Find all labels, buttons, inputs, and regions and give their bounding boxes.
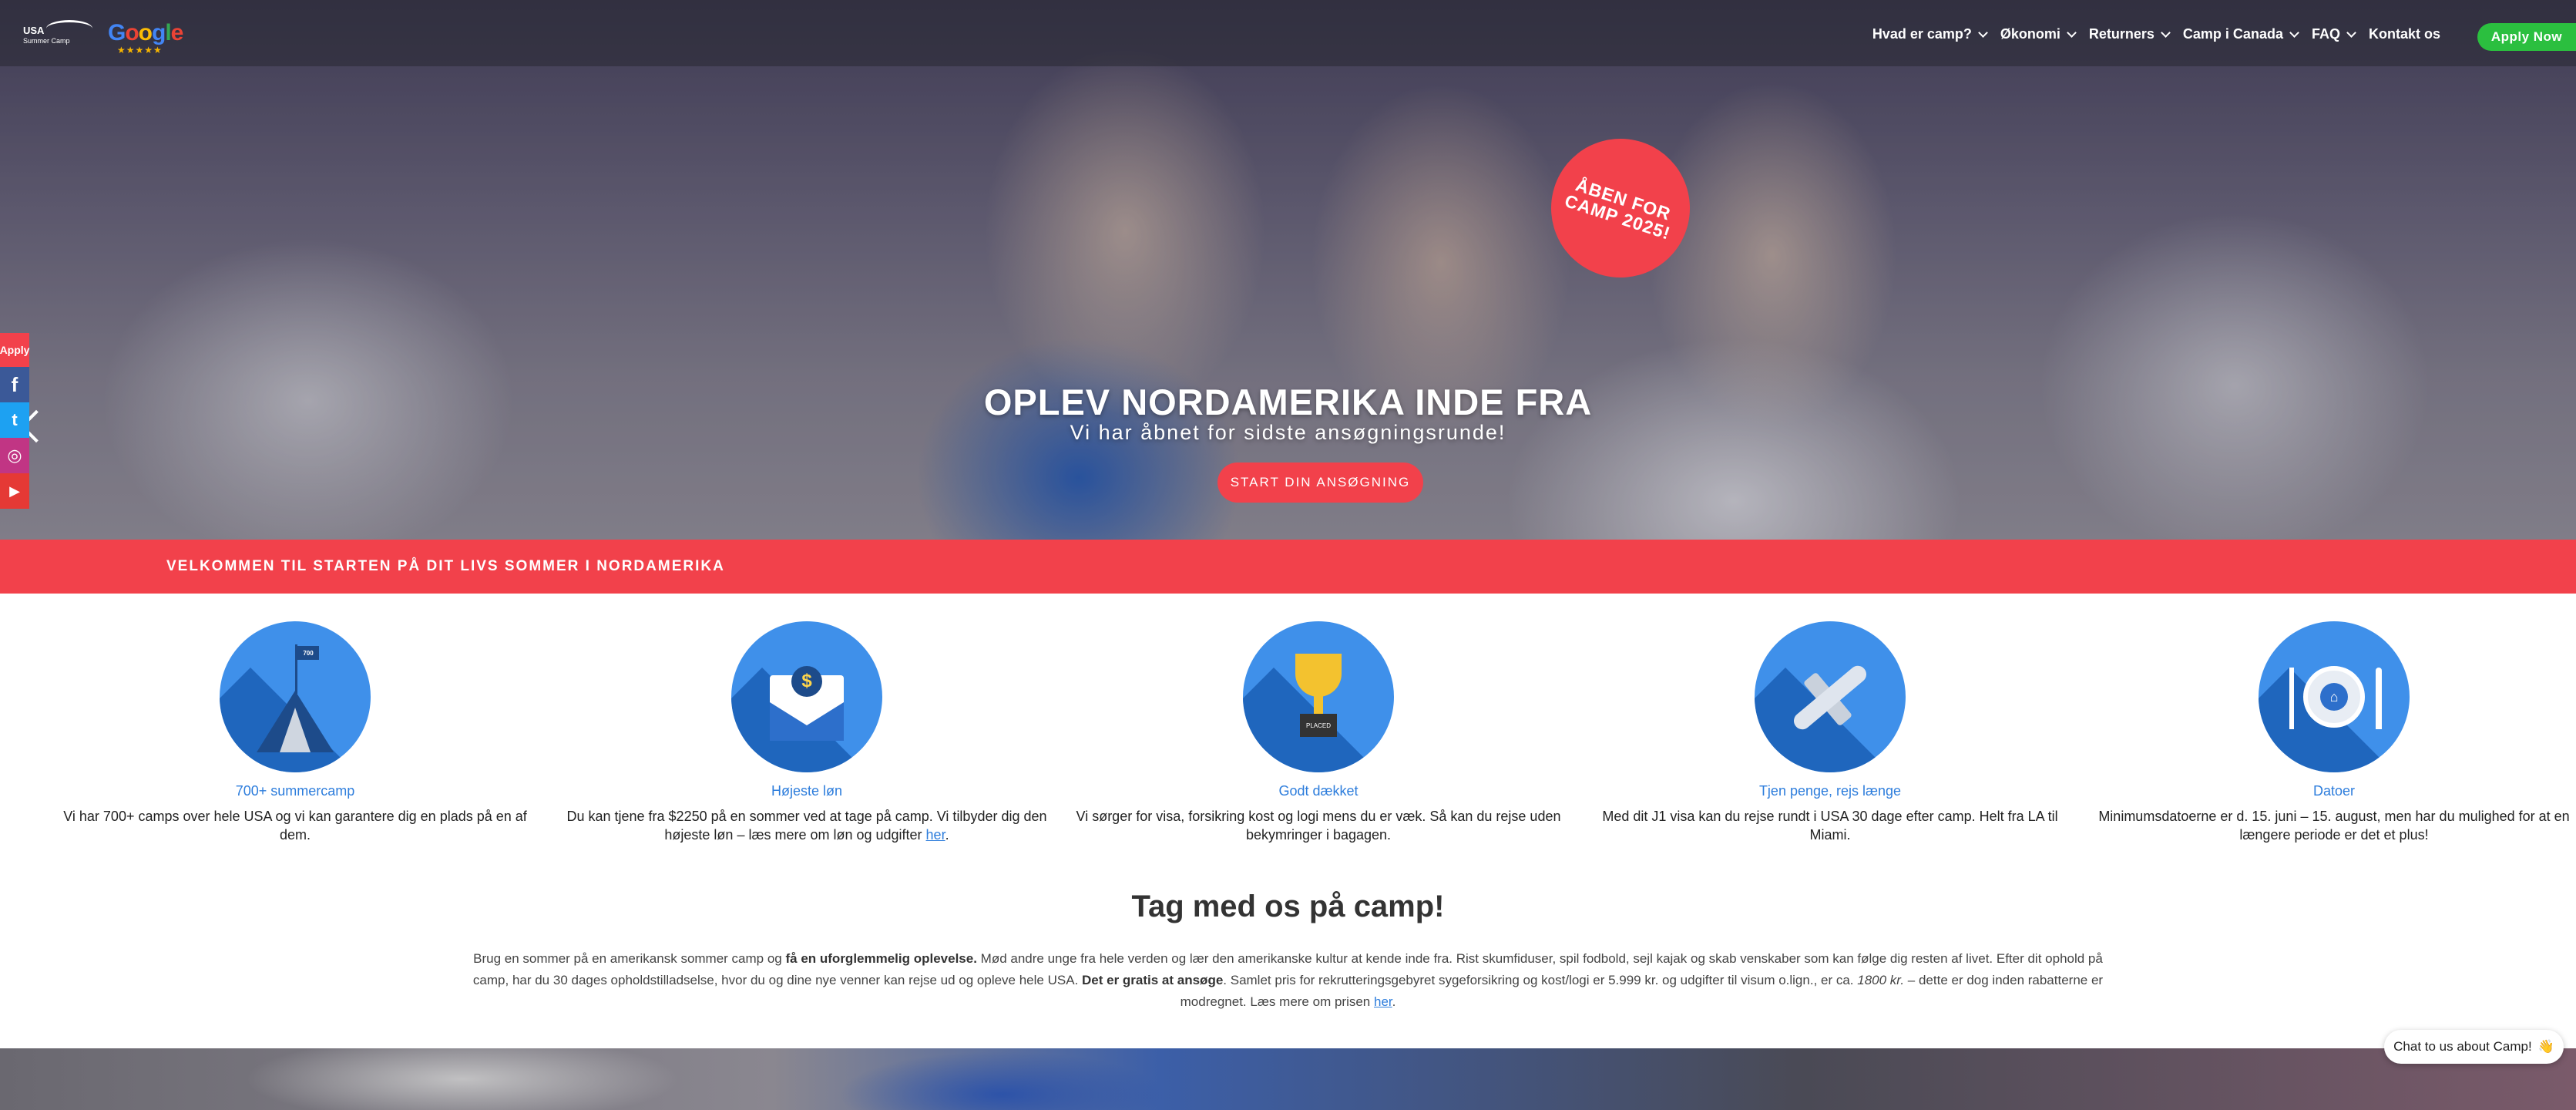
- welcome-banner: VELKOMMEN TIL STARTEN PÅ DIT LIVS SOMMER…: [0, 540, 2576, 594]
- feature-description: Vi har 700+ camps over hele USA og vi ka…: [63, 809, 527, 843]
- feature-covered: PLACED Godt dækket Vi sørger for visa, f…: [1072, 621, 1565, 844]
- usa-summer-camp-logo[interactable]: USA Summer Camp: [23, 17, 96, 52]
- social-sidebar: Apply f t ◎ ▶: [0, 333, 29, 509]
- chevron-down-icon: [2346, 27, 2356, 38]
- plate-icon: ⌂: [2259, 621, 2410, 772]
- chevron-down-icon: [2067, 27, 2077, 38]
- logo-title: USA: [23, 25, 45, 36]
- trophy-plaque: PLACED: [1300, 714, 1337, 737]
- section-paragraph: Brug en sommer på en amerikansk sommer c…: [472, 951, 2104, 1009]
- feature-title: 700+ summercamp: [235, 783, 355, 799]
- nav-item-kontakt-os[interactable]: Kontakt os: [2369, 26, 2440, 42]
- feature-travel: Tjen penge, rejs længe Med dit J1 visa k…: [1584, 621, 2077, 844]
- welcome-banner-text: VELKOMMEN TIL STARTEN PÅ DIT LIVS SOMMER…: [166, 558, 725, 574]
- feature-description: Du kan tjene fra $2250 på en sommer ved …: [566, 809, 1047, 843]
- nav-item-hvad-er-camp[interactable]: Hvad er camp?: [1872, 26, 1988, 42]
- feature-highest-pay: $ Højeste løn Du kan tjene fra $2250 på …: [560, 621, 1053, 844]
- bottom-photo-strip: [0, 1048, 2576, 1110]
- salary-info-link[interactable]: her: [926, 827, 945, 843]
- logo-subtitle: Summer Camp: [23, 37, 70, 45]
- trophy-icon: PLACED: [1243, 621, 1394, 772]
- instagram-icon[interactable]: ◎: [0, 438, 29, 473]
- facebook-icon[interactable]: f: [0, 367, 29, 402]
- hero-section: USA Summer Camp Google ★★★★★ Hvad er cam…: [0, 0, 2576, 540]
- flag-label: 700: [297, 646, 319, 660]
- chat-label: Chat to us about Camp!: [2393, 1039, 2532, 1054]
- price-info-link[interactable]: her: [1374, 994, 1392, 1009]
- wave-hand-icon: 👋: [2537, 1039, 2554, 1054]
- nav-item-camp-i-canada[interactable]: Camp i Canada: [2182, 26, 2299, 42]
- rating-stars-icon: ★★★★★: [117, 45, 163, 56]
- start-application-button[interactable]: START DIN ANSØGNING: [1217, 462, 1423, 503]
- feature-description: Minimumsdatoerne er d. 15. juni – 15. au…: [2098, 809, 2570, 843]
- top-navbar: USA Summer Camp Google ★★★★★ Hvad er cam…: [0, 0, 2576, 66]
- chat-widget-button[interactable]: Chat to us about Camp! 👋: [2384, 1030, 2564, 1064]
- chevron-down-icon: [2161, 27, 2171, 38]
- nav-item-faq[interactable]: FAQ: [2311, 26, 2356, 42]
- feature-dates: ⌂ Datoer Minimumsdatoerne er d. 15. juni…: [2095, 621, 2573, 844]
- twitter-icon[interactable]: t: [0, 402, 29, 438]
- dollar-coin-icon: $: [791, 666, 822, 697]
- house-icon: ⌂: [2320, 683, 2348, 711]
- hero-title: OPLEV NORDAMERIKA INDE FRA: [983, 382, 1593, 422]
- feature-title: Tjen penge, rejs længe: [1758, 783, 1902, 799]
- youtube-icon[interactable]: ▶: [0, 473, 29, 509]
- hero-subtitle: Vi har åbnet for sidste ansøgningsrunde!: [1070, 421, 1506, 444]
- apply-now-button[interactable]: Apply Now: [2477, 23, 2576, 51]
- nav-item-returners[interactable]: Returners: [2088, 26, 2171, 42]
- section-title: Tag med os på camp!: [1131, 890, 1445, 923]
- nav-item-okonomi[interactable]: Økonomi: [2000, 26, 2077, 42]
- chevron-down-icon: [2289, 27, 2299, 38]
- nav-item-label: Hvad er camp?: [1872, 26, 1972, 42]
- feature-title: Godt dækket: [1278, 783, 1359, 799]
- nav-item-label: Returners: [2088, 26, 2155, 42]
- main-nav: Hvad er camp? Økonomi Returners Camp i C…: [1859, 26, 2440, 42]
- feature-title: Højeste løn: [771, 783, 843, 799]
- feature-description: Vi sørger for visa, forsikring kost og l…: [1076, 809, 1561, 843]
- chevron-down-icon: [1978, 27, 1988, 38]
- google-wordmark: Google: [108, 20, 183, 45]
- feature-title: Datoer: [2312, 783, 2356, 799]
- logo-swoosh-icon: [46, 20, 92, 37]
- tent-icon: 700: [220, 621, 371, 772]
- feature-description: Med dit J1 visa kan du rejse rundt i USA…: [1602, 809, 2058, 843]
- side-apply-button[interactable]: Apply: [0, 333, 29, 367]
- nav-item-label: FAQ: [2311, 26, 2340, 42]
- hero-image-overlay: [0, 0, 2576, 540]
- nav-item-label: Økonomi: [2000, 26, 2060, 42]
- airplane-icon: [1755, 621, 1906, 772]
- google-rating-logo[interactable]: Google ★★★★★: [108, 20, 183, 56]
- feature-summercamps: 700 700+ summercamp Vi har 700+ camps ov…: [49, 621, 542, 844]
- nav-item-label: Camp i Canada: [2182, 26, 2283, 42]
- envelope-money-icon: $: [731, 621, 882, 772]
- nav-item-label: Kontakt os: [2368, 26, 2440, 42]
